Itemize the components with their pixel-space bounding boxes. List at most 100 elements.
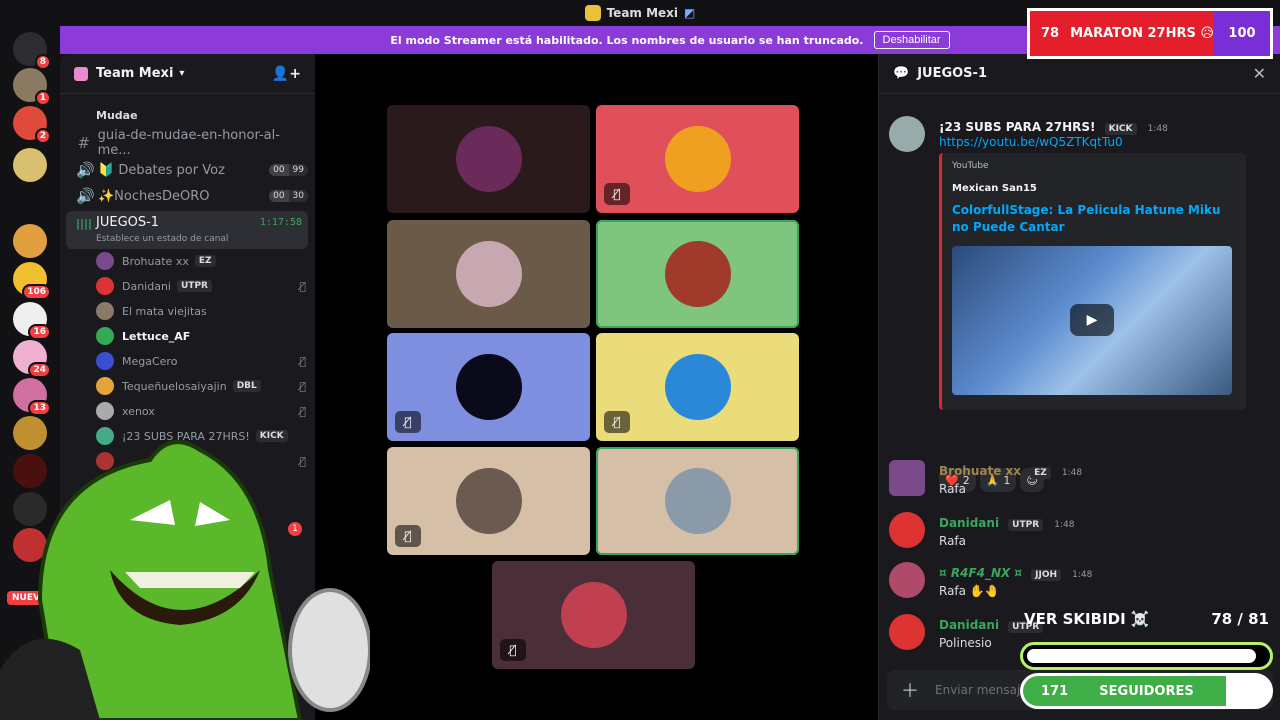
voice-user[interactable]: Danidani UTPR 🎙̸ (96, 274, 306, 298)
avatar (96, 377, 114, 395)
participant-tile[interactable] (596, 220, 799, 328)
chat-message: Brohuate xx EZ 1:48 Rafa (889, 460, 1269, 496)
followers-min: 171 (1041, 683, 1069, 699)
unread-badge: 13 (28, 400, 51, 416)
message-author[interactable]: Danidani (939, 516, 999, 530)
thread-mudae[interactable]: Mudae (96, 109, 138, 122)
muted-mic-icon: 🎙̸ (299, 279, 306, 293)
server-icon[interactable]: 13 (13, 378, 51, 416)
server-tag: DBL (232, 380, 261, 392)
participant-tile[interactable] (387, 220, 590, 328)
participant-tile[interactable] (387, 105, 590, 213)
muted-mic-icon: 🎙̸ (395, 411, 421, 433)
message-author[interactable]: Danidani (939, 618, 999, 632)
invite-people-icon[interactable]: 👤+ (272, 66, 301, 82)
chat-header: 💬 JUEGOS-1 ✕ (879, 54, 1280, 94)
chat-message: ¤ R4F4_NX ¤ JJOH 1:48 Rafa ✋🤚 (889, 562, 1269, 598)
verified-icon: ◩ (684, 6, 696, 20)
marathon-left-count: 78 (1040, 26, 1060, 41)
followers-bar: 171 SEGUIDORES 175 (1020, 673, 1273, 709)
server-icon[interactable]: 16 (13, 302, 51, 340)
participant-tile[interactable]: 🎙̸ (596, 333, 799, 441)
server-icon[interactable] (13, 148, 47, 182)
chevron-down-icon: ▾ (179, 68, 185, 79)
voice-user-name: Brohuate xx (122, 254, 189, 268)
europa-league-icon[interactable] (13, 188, 47, 222)
goal-progress-text: 78 / 81 (1211, 610, 1269, 628)
play-icon[interactable]: ▶ (1070, 304, 1114, 336)
channel-status[interactable]: Establece un estado de canal (96, 234, 228, 244)
embed-provider: YouTube (952, 161, 989, 171)
message-text: Rafa ✋🤚 (939, 584, 1000, 598)
message-author[interactable]: ¡23 SUBS PARA 27HRS! (939, 120, 1096, 134)
participant-tile[interactable]: 🎙̸ (387, 333, 590, 441)
voice-user[interactable]: Lettuce_AF (96, 324, 306, 348)
voice-user[interactable]: Brohuate xx EZ (96, 249, 306, 273)
voice-user-name: Danidani (122, 279, 171, 293)
video-thumbnail[interactable]: ▶ (952, 246, 1232, 395)
voice-user[interactable]: El mata viejitas (96, 299, 306, 323)
avatar[interactable] (889, 460, 925, 496)
discord-home-icon[interactable]: 8 (13, 32, 51, 70)
participant-tile[interactable] (596, 447, 799, 555)
participant-tile[interactable]: 🎙̸ (596, 105, 799, 213)
followers-max: 175 (1224, 683, 1252, 699)
text-channel-icon: # (77, 134, 91, 152)
avatar[interactable] (889, 116, 925, 152)
channel-noches[interactable]: 🔊 ✨NochesDeORO 00 30 (68, 183, 308, 209)
server-avatar-icon (584, 5, 601, 21)
server-icon[interactable]: 106 (13, 262, 51, 300)
participant-tile[interactable]: 🎙̸ (492, 561, 695, 669)
voice-user[interactable]: MegaCero 🎙̸ (96, 349, 306, 373)
avatar (560, 582, 627, 648)
avatar[interactable] (889, 614, 925, 650)
avatar (96, 252, 114, 270)
goal-overlay: VER SKIBIDI ☠️ 78 / 81 171 SEGUIDORES 17… (1020, 610, 1275, 720)
avatar[interactable] (889, 562, 925, 598)
server-header[interactable]: Team Mexi ▾ 👤+ (60, 54, 315, 94)
window-title: Team Mexi (606, 6, 679, 20)
avatar[interactable] (889, 512, 925, 548)
voice-timer: 1:17:58 (259, 217, 302, 228)
server-icon[interactable]: 1 (13, 68, 51, 106)
message-text: Rafa (939, 482, 967, 496)
server-icon[interactable]: 24 (13, 340, 51, 378)
server-icon[interactable]: 2 (13, 106, 51, 144)
server-tag: KICK (1104, 123, 1137, 135)
voice-user[interactable]: Tequeñuelosaiyajin DBL 🎙̸ (96, 374, 306, 398)
unread-badge: 8 (34, 54, 51, 70)
server-tag: EZ (1030, 467, 1051, 479)
participant-tile[interactable]: 🎙̸ (387, 447, 590, 555)
embed-title[interactable]: ColorfullStage: La Pelicula Hatune Miku … (952, 202, 1236, 236)
close-icon[interactable]: ✕ (1253, 64, 1266, 83)
voice-stage: 🎙̸ 🎙̸ 🎙̸ 🎙̸ 🎙̸ (315, 54, 878, 720)
channel-juegos-active[interactable]: |||| JUEGOS-1 1:17:58 Establece un estad… (66, 211, 308, 249)
channel-label: 🔰 Debates por Voz (98, 162, 225, 178)
message-text: Rafa (939, 534, 967, 548)
message-author[interactable]: Brohuate xx (939, 464, 1021, 478)
marathon-right-count: 100 (1214, 11, 1270, 56)
speaker-icon: 🔊 (76, 187, 95, 205)
voice-user-name: El mata viejitas (122, 304, 207, 318)
disable-streamer-button[interactable]: Deshabilitar (873, 31, 950, 49)
server-name: Team Mexi (96, 66, 174, 81)
message-link[interactable]: https://youtu.be/wQ5ZTKqtTu0 (939, 135, 1269, 149)
message-author[interactable]: ¤ R4F4_NX ¤ (939, 566, 1022, 580)
muted-mic-icon: 🎙̸ (299, 354, 306, 368)
goal-title: VER SKIBIDI ☠️ (1024, 610, 1150, 628)
voice-user-name: Tequeñuelosaiyajin (122, 379, 227, 393)
user-count: 00 99 (269, 164, 308, 176)
followers-label: SEGUIDORES (1099, 683, 1194, 699)
embed-author[interactable]: Mexican San15 (952, 183, 1236, 194)
channel-guia[interactable]: # guia-de-mudae-en-honor-al-me... (68, 128, 308, 158)
add-attachment-icon[interactable]: ＋ (901, 677, 919, 703)
server-tag: UTPR (1008, 519, 1044, 531)
server-icon[interactable] (13, 224, 47, 258)
goal-progress-bar (1020, 642, 1273, 670)
channel-debates[interactable]: 🔊 🔰 Debates por Voz 00 99 (68, 157, 308, 183)
avatar (455, 354, 522, 420)
chat-channel-name: JUEGOS-1 (917, 66, 987, 81)
unread-badge: 1 (34, 90, 51, 106)
message-time: 1:48 (1072, 570, 1093, 580)
avatar (664, 241, 731, 307)
